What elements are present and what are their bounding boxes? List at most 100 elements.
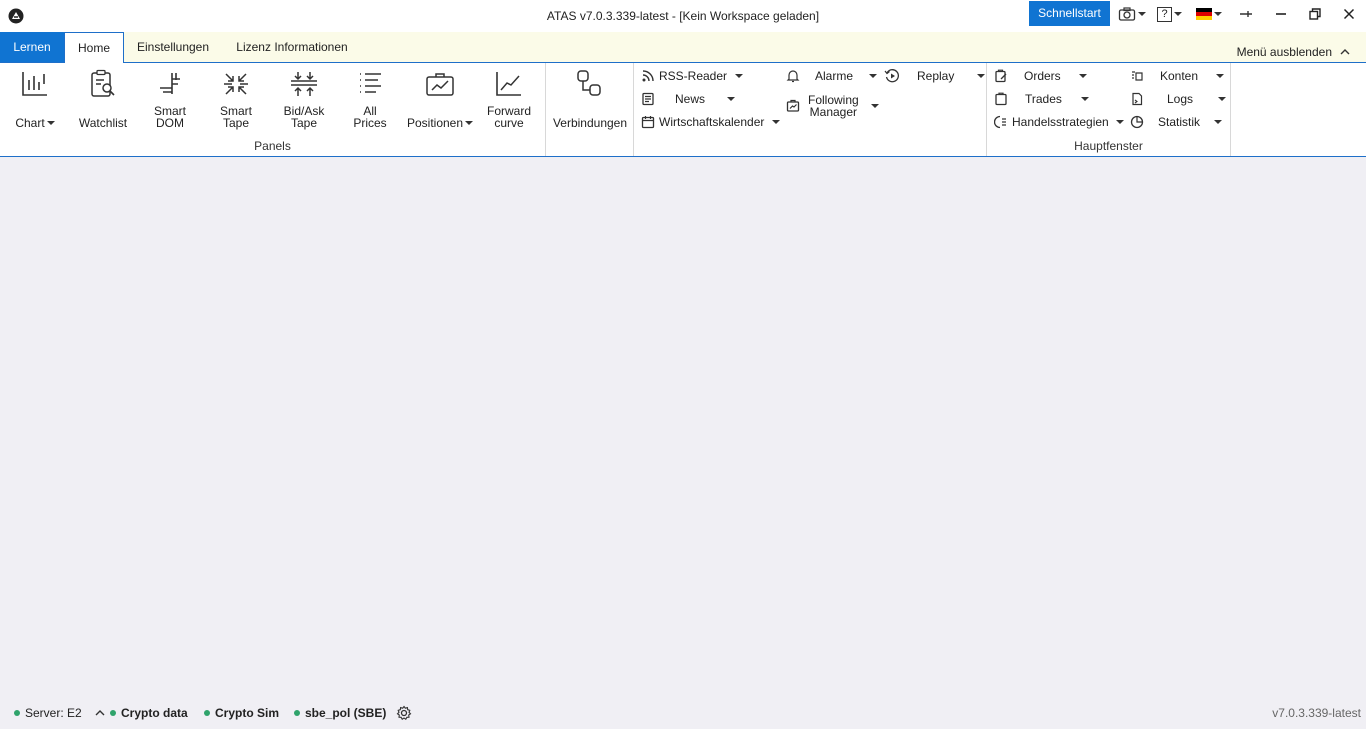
smart-tape-label-2: Tape bbox=[222, 116, 249, 130]
status-dot-icon bbox=[294, 710, 300, 716]
server-label: Server: E2 bbox=[25, 706, 82, 720]
tab-license[interactable]: Lizenz Informationen bbox=[226, 32, 358, 63]
orders-label: Orders bbox=[1024, 69, 1061, 83]
positions-button[interactable]: Positionen bbox=[406, 67, 474, 129]
sbe-connection[interactable]: sbe_pol (SBE) bbox=[294, 706, 386, 720]
chevron-down-icon bbox=[735, 74, 744, 78]
tab-settings[interactable]: Einstellungen bbox=[128, 32, 218, 63]
version-label: v7.0.3.339-latest bbox=[1272, 706, 1361, 720]
group-separator bbox=[633, 63, 634, 156]
chevron-up-icon bbox=[1340, 49, 1350, 55]
close-button[interactable] bbox=[1337, 4, 1361, 24]
following-manager-label-2: Manager bbox=[809, 105, 858, 119]
restore-button[interactable] bbox=[1303, 4, 1327, 24]
orders-icon bbox=[995, 69, 1007, 83]
screenshot-dropdown[interactable] bbox=[1118, 5, 1146, 23]
chevron-down-icon bbox=[1138, 12, 1146, 16]
chevron-down-icon bbox=[465, 121, 474, 125]
trading-strategies-label: Handelsstrategien bbox=[1012, 115, 1109, 129]
replay-icon bbox=[884, 69, 899, 83]
strategies-icon bbox=[994, 115, 1006, 129]
pin-icon bbox=[1240, 11, 1252, 17]
chevron-down-icon bbox=[1216, 74, 1225, 78]
news-icon bbox=[642, 92, 654, 106]
chevron-down-icon bbox=[870, 104, 879, 108]
pin-button[interactable] bbox=[1234, 4, 1258, 24]
accounts-icon bbox=[1132, 71, 1143, 81]
replay-button[interactable]: Replay bbox=[884, 66, 986, 86]
bid-ask-tape-icon bbox=[291, 72, 317, 96]
logs-button[interactable]: Logs bbox=[1129, 89, 1227, 109]
calendar-icon bbox=[641, 116, 655, 129]
smart-dom-label-2: DOM bbox=[155, 116, 184, 130]
hide-menu-button[interactable]: Menü ausblenden bbox=[1237, 45, 1350, 59]
smart-dom-button[interactable]: Smart DOM bbox=[146, 67, 194, 129]
chevron-down-icon bbox=[772, 120, 781, 124]
sbe-label: sbe_pol (SBE) bbox=[305, 706, 387, 720]
crypto-sim-connection[interactable]: Crypto Sim bbox=[204, 706, 279, 720]
all-prices-button[interactable]: All Prices bbox=[348, 67, 392, 129]
chevron-down-icon bbox=[869, 74, 878, 78]
forward-curve-button[interactable]: Forward curve bbox=[484, 67, 534, 129]
forward-curve-icon bbox=[496, 72, 521, 96]
statistics-button[interactable]: Statistik bbox=[1129, 112, 1223, 132]
title-bar: ATAS v7.0.3.339-latest - [Kein Workspace… bbox=[0, 0, 1366, 32]
tab-home[interactable]: Home bbox=[64, 32, 124, 64]
ribbon-home: Chart Watchlist Smart DOM Smart Tape Bid… bbox=[0, 63, 1366, 157]
restore-icon bbox=[1309, 8, 1321, 20]
all-prices-icon bbox=[360, 73, 381, 93]
trades-button[interactable]: Trades bbox=[993, 89, 1089, 109]
crypto-data-connection[interactable]: Crypto data bbox=[110, 706, 188, 720]
crypto-sim-label: Crypto Sim bbox=[215, 706, 280, 720]
chevron-up-icon[interactable] bbox=[95, 709, 105, 717]
close-icon bbox=[1343, 8, 1355, 20]
positions-label: Positionen bbox=[406, 116, 464, 130]
connections-label: Verbindungen bbox=[552, 116, 628, 130]
bid-ask-tape-button[interactable]: Bid/Ask Tape bbox=[278, 67, 330, 129]
trading-strategies-button[interactable]: Handelsstrategien bbox=[993, 112, 1124, 132]
orders-button[interactable]: Orders bbox=[993, 66, 1087, 86]
language-dropdown[interactable] bbox=[1196, 5, 1222, 23]
smart-tape-icon bbox=[224, 73, 248, 95]
watchlist-icon bbox=[91, 69, 115, 97]
connections-button[interactable]: Verbindungen bbox=[550, 67, 630, 129]
all-prices-label-2: Prices bbox=[353, 116, 387, 130]
accounts-button[interactable]: Konten bbox=[1129, 66, 1225, 86]
alarms-button[interactable]: Alarme bbox=[785, 66, 878, 86]
alarms-label: Alarme bbox=[815, 69, 854, 83]
news-button[interactable]: News bbox=[640, 89, 736, 109]
chevron-down-icon bbox=[1214, 120, 1223, 124]
connection-settings-button[interactable] bbox=[396, 705, 412, 721]
minimize-button[interactable] bbox=[1269, 4, 1293, 24]
smart-dom-icon bbox=[160, 73, 180, 94]
logs-label: Logs bbox=[1167, 92, 1194, 106]
chevron-down-icon bbox=[1078, 74, 1087, 78]
help-dropdown[interactable]: ? bbox=[1157, 5, 1182, 23]
connections-icon bbox=[577, 70, 601, 96]
crypto-data-label: Crypto data bbox=[121, 706, 188, 720]
economic-calendar-button[interactable]: Wirtschaftskalender bbox=[640, 112, 781, 132]
status-dot-icon bbox=[110, 710, 116, 716]
smart-tape-button[interactable]: Smart Tape bbox=[212, 67, 260, 129]
camera-icon bbox=[1118, 7, 1136, 21]
chart-label: Chart bbox=[15, 116, 45, 130]
bell-icon bbox=[786, 70, 800, 83]
news-label: News bbox=[675, 92, 706, 106]
quickstart-button[interactable]: Schnellstart bbox=[1029, 1, 1110, 26]
tab-learn[interactable]: Lernen bbox=[0, 32, 64, 62]
rss-reader-button[interactable]: RSS-Reader bbox=[640, 66, 744, 86]
ribbon-tab-strip: Lernen Home Einstellungen Lizenz Informa… bbox=[0, 32, 1366, 64]
watchlist-button[interactable]: Watchlist bbox=[76, 67, 130, 129]
bid-ask-tape-label-2: Tape bbox=[290, 116, 318, 130]
chevron-down-icon bbox=[1218, 97, 1227, 101]
main-window-group-label: Hauptfenster bbox=[1074, 139, 1143, 153]
rss-reader-label: RSS-Reader bbox=[659, 69, 728, 83]
chart-button[interactable]: Chart bbox=[12, 67, 58, 129]
replay-label: Replay bbox=[917, 69, 955, 83]
following-manager-button[interactable]: Following Manager bbox=[785, 91, 879, 121]
server-status[interactable]: Server: E2 bbox=[14, 706, 105, 720]
chevron-down-icon bbox=[1214, 12, 1222, 16]
logs-icon bbox=[1132, 92, 1143, 106]
chart-icon bbox=[22, 72, 47, 96]
chevron-down-icon bbox=[977, 74, 986, 78]
